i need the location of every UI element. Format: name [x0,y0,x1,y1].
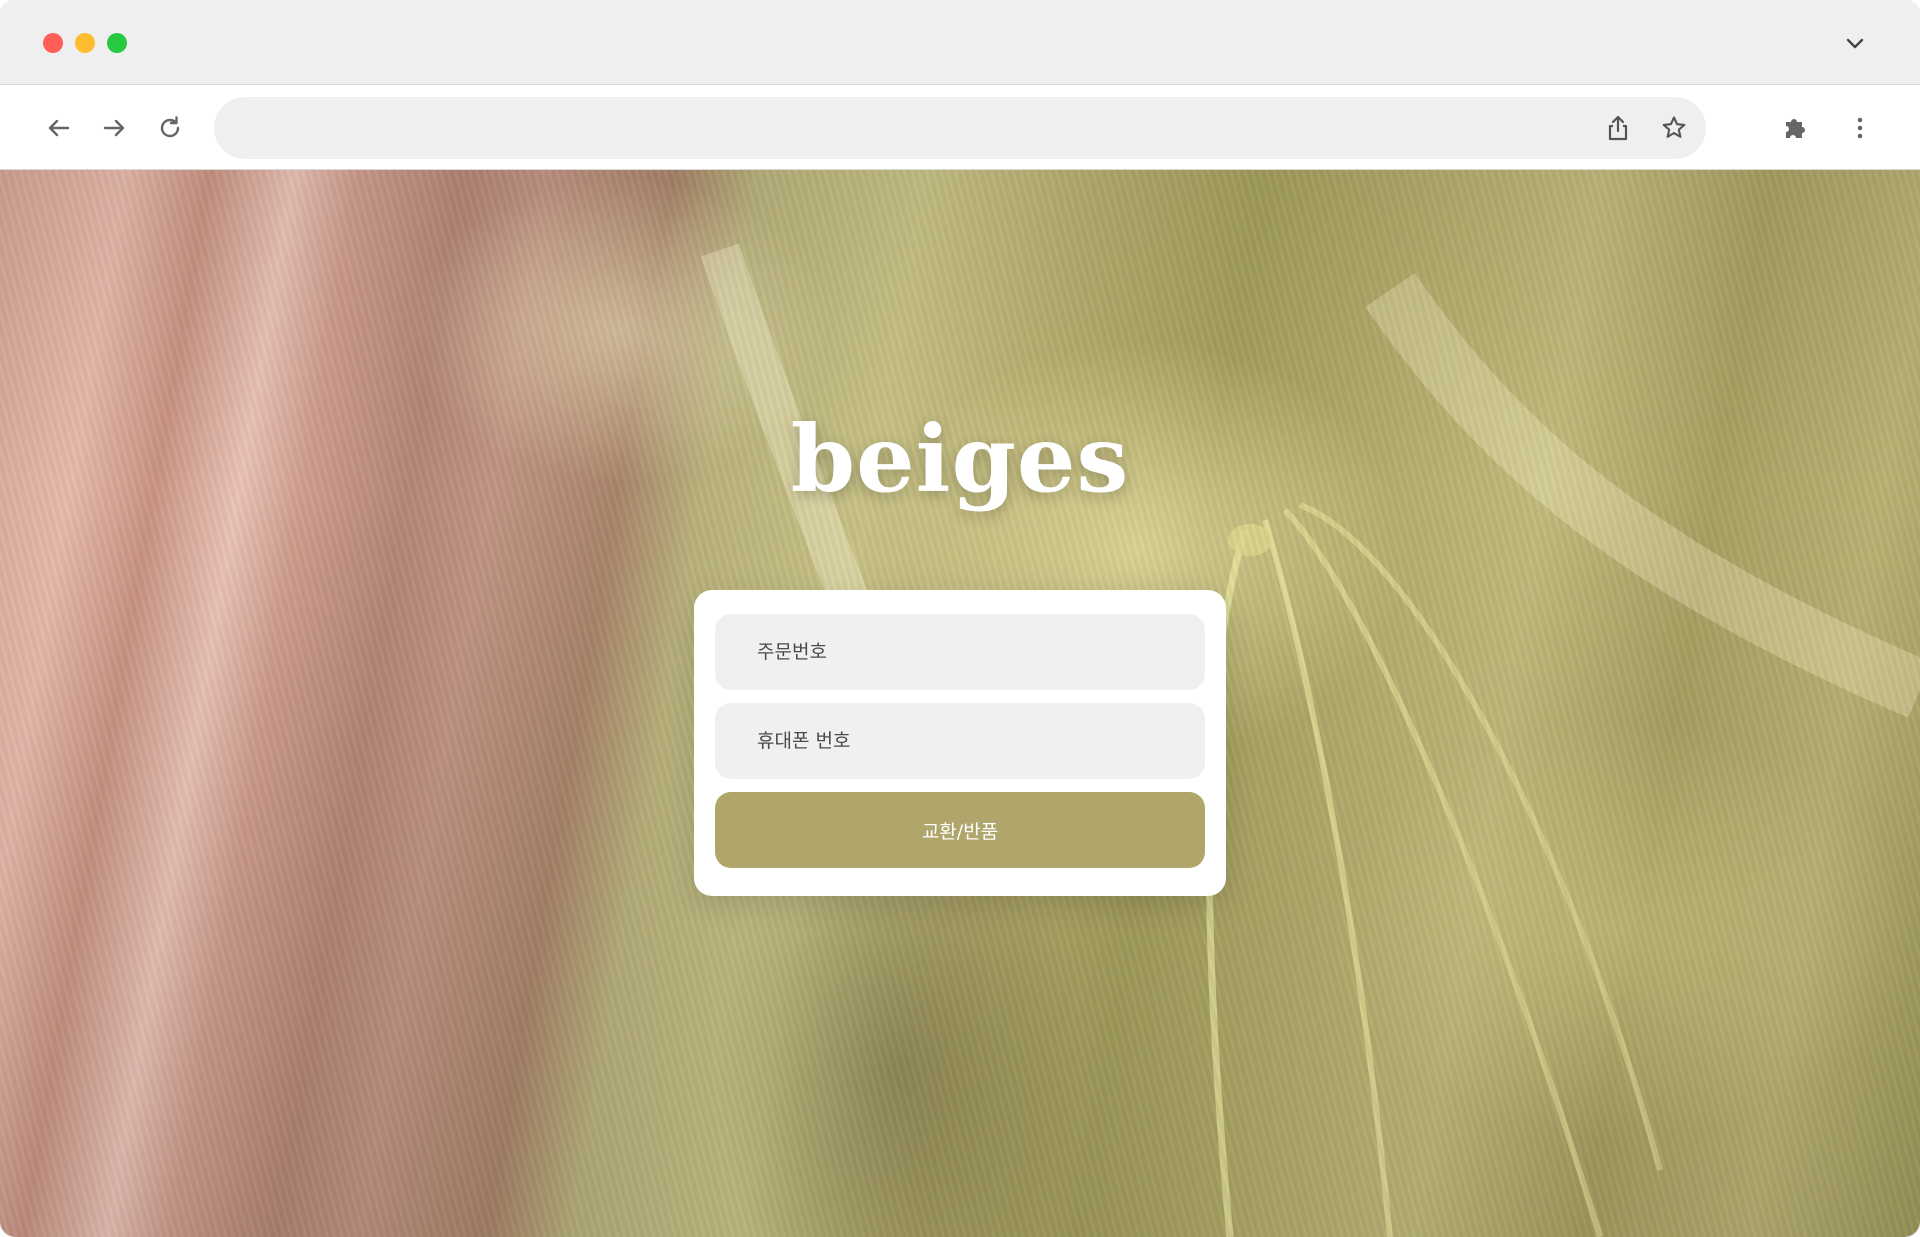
close-window-button[interactable] [43,33,63,53]
order-number-input[interactable] [715,614,1205,690]
browser-toolbar [0,84,1920,170]
return-request-form: 교환/반품 [694,590,1226,896]
reload-icon[interactable] [154,112,186,144]
address-bar[interactable] [214,97,1706,159]
brand-logo[interactable]: beiges [0,405,1920,513]
maximize-window-button[interactable] [107,33,127,53]
exchange-return-button[interactable]: 교환/반품 [715,792,1205,868]
page-content: beiges 교환/반품 [0,170,1920,1237]
star-icon[interactable] [1658,112,1690,144]
forward-arrow-icon[interactable] [98,112,130,144]
phone-number-input[interactable] [715,703,1205,779]
back-arrow-icon[interactable] [43,112,75,144]
kebab-menu-icon[interactable] [1844,112,1876,144]
chevron-down-icon[interactable] [1842,30,1868,56]
minimize-window-button[interactable] [75,33,95,53]
puzzle-extension-icon[interactable] [1780,112,1812,144]
title-bar [0,0,1920,84]
browser-window: beiges 교환/반품 [0,0,1920,1237]
share-icon[interactable] [1602,112,1634,144]
